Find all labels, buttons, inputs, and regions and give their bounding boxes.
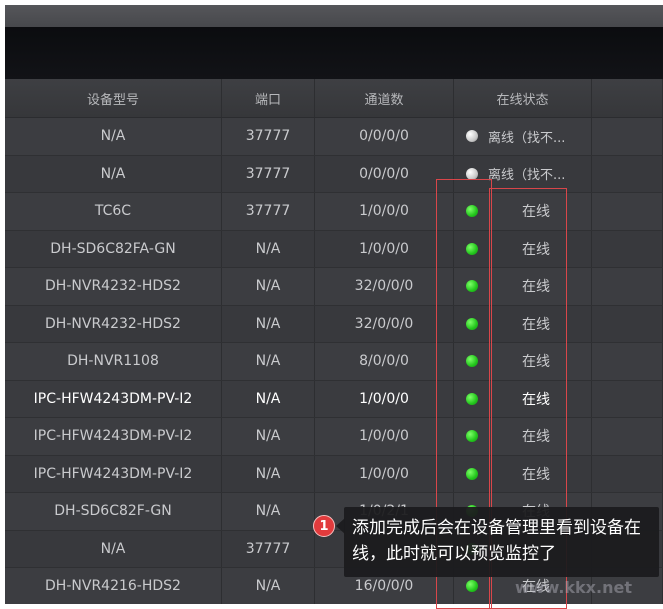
status-text: 在线 — [522, 354, 550, 371]
cell-extra — [592, 455, 663, 492]
table-row[interactable]: N/A 37777 0/0/0/0 离线（找不... — [5, 118, 663, 156]
online-status-icon — [466, 242, 478, 255]
cell-port: 37777 — [222, 193, 315, 230]
table-row[interactable]: N/A 37777 0/0/0/0 离线（找不... — [5, 155, 663, 193]
cell-extra — [592, 305, 663, 342]
cell-model: N/A — [5, 118, 222, 155]
cell-status: 在线 — [454, 230, 592, 267]
online-status-icon — [466, 280, 478, 293]
online-status-icon — [466, 392, 478, 405]
cell-channels: 1/0/0/0 — [315, 455, 454, 492]
watermark-text: www.kkx.net — [515, 578, 632, 597]
cell-model: DH-SD6C82FA-GN — [5, 230, 222, 267]
column-header-model[interactable]: 设备型号 — [5, 79, 222, 117]
cell-model: TC6C — [5, 193, 222, 230]
cell-extra — [592, 118, 663, 155]
cell-channels: 1/0/0/0 — [315, 380, 454, 417]
table-row[interactable]: DH-SD6C82FA-GN N/A 1/0/0/0 在线 — [5, 230, 663, 268]
cell-model: DH-NVR1108 — [5, 343, 222, 380]
column-header-channels[interactable]: 通道数 — [315, 79, 454, 117]
table-row[interactable]: DH-NVR4232-HDS2 N/A 32/0/0/0 在线 — [5, 268, 663, 306]
cell-port: N/A — [222, 268, 315, 305]
cell-port: 37777 — [222, 118, 315, 155]
cell-port: 37777 — [222, 530, 315, 567]
table-row[interactable]: IPC-HFW4243DM-PV-I2 N/A 1/0/0/0 在线 — [5, 418, 663, 456]
cell-model: N/A — [5, 530, 222, 567]
cell-channels: 1/0/0/0 — [315, 193, 454, 230]
cell-channels: 0/0/0/0 — [315, 118, 454, 155]
cell-model: IPC-HFW4243DM-PV-I2 — [5, 380, 222, 417]
cell-extra — [592, 155, 663, 192]
cell-status: 在线 — [454, 305, 592, 342]
cell-status: 在线 — [454, 455, 592, 492]
cell-extra — [592, 418, 663, 455]
status-text: 在线 — [522, 466, 550, 483]
online-status-icon — [466, 580, 478, 593]
cell-port: N/A — [222, 343, 315, 380]
cell-port: N/A — [222, 305, 315, 342]
column-header-port[interactable]: 端口 — [222, 79, 315, 117]
cell-status: 在线 — [454, 268, 592, 305]
cell-extra — [592, 193, 663, 230]
status-text: 离线（找不... — [488, 130, 566, 146]
cell-channels: 32/0/0/0 — [315, 268, 454, 305]
cell-port: N/A — [222, 568, 315, 604]
status-text: 在线 — [522, 316, 550, 333]
status-text: 在线 — [522, 429, 550, 446]
title-bar — [5, 5, 663, 27]
cell-channels: 8/0/0/0 — [315, 343, 454, 380]
status-text: 离线（找不... — [488, 168, 566, 184]
cell-model: DH-NVR4216-HDS2 — [5, 568, 222, 604]
online-status-icon — [466, 317, 478, 330]
table-row[interactable]: TC6C 37777 1/0/0/0 在线 — [5, 193, 663, 231]
cell-status: 在线 — [454, 343, 592, 380]
table-row[interactable]: DH-NVR1108 N/A 8/0/0/0 在线 — [5, 343, 663, 381]
cell-port: N/A — [222, 380, 315, 417]
cell-extra — [592, 380, 663, 417]
cell-model: DH-NVR4232-HDS2 — [5, 268, 222, 305]
cell-channels: 32/0/0/0 — [315, 305, 454, 342]
online-status-icon — [466, 467, 478, 480]
cell-channels: 0/0/0/0 — [315, 155, 454, 192]
online-status-icon — [466, 205, 478, 218]
cell-channels: 1/0/0/0 — [315, 230, 454, 267]
cell-port: 37777 — [222, 155, 315, 192]
table-row[interactable]: IPC-HFW4243DM-PV-I2 N/A 1/0/0/0 在线 — [5, 380, 663, 418]
cell-model: IPC-HFW4243DM-PV-I2 — [5, 455, 222, 492]
cell-model: N/A — [5, 155, 222, 192]
status-text: 在线 — [522, 204, 550, 221]
online-status-icon — [466, 355, 478, 368]
cell-extra — [592, 343, 663, 380]
status-text: 在线 — [522, 391, 550, 408]
offline-status-icon — [466, 167, 478, 180]
cell-status: 离线（找不... — [454, 155, 592, 192]
toolbar-area — [5, 27, 663, 79]
cell-extra — [592, 230, 663, 267]
column-header-status[interactable]: 在线状态 — [454, 79, 592, 117]
status-text: 在线 — [522, 279, 550, 296]
online-status-icon — [466, 430, 478, 443]
cell-model: DH-SD6C82F-GN — [5, 493, 222, 530]
table-row[interactable]: IPC-HFW4243DM-PV-I2 N/A 1/0/0/0 在线 — [5, 455, 663, 493]
status-text: 在线 — [522, 241, 550, 258]
cell-port: N/A — [222, 418, 315, 455]
cell-port: N/A — [222, 230, 315, 267]
cell-port: N/A — [222, 493, 315, 530]
offline-status-icon — [466, 130, 478, 143]
column-header-extra[interactable] — [592, 79, 663, 117]
cell-status: 在线 — [454, 380, 592, 417]
callout-text: 添加完成后会在设备管理里看到设备在线，此时就可以预览监控了 — [352, 518, 641, 564]
cell-status: 在线 — [454, 193, 592, 230]
cell-model: IPC-HFW4243DM-PV-I2 — [5, 418, 222, 455]
table-row[interactable]: DH-NVR4232-HDS2 N/A 32/0/0/0 在线 — [5, 305, 663, 343]
cell-status: 离线（找不... — [454, 118, 592, 155]
cell-channels: 1/0/0/0 — [315, 418, 454, 455]
cell-port: N/A — [222, 455, 315, 492]
cell-model: DH-NVR4232-HDS2 — [5, 305, 222, 342]
table-header: 设备型号 端口 通道数 在线状态 — [5, 79, 663, 118]
cell-status: 在线 — [454, 418, 592, 455]
cell-extra — [592, 268, 663, 305]
step-badge: 1 — [313, 515, 335, 537]
callout-tooltip: 添加完成后会在设备管理里看到设备在线，此时就可以预览监控了 — [344, 507, 659, 577]
